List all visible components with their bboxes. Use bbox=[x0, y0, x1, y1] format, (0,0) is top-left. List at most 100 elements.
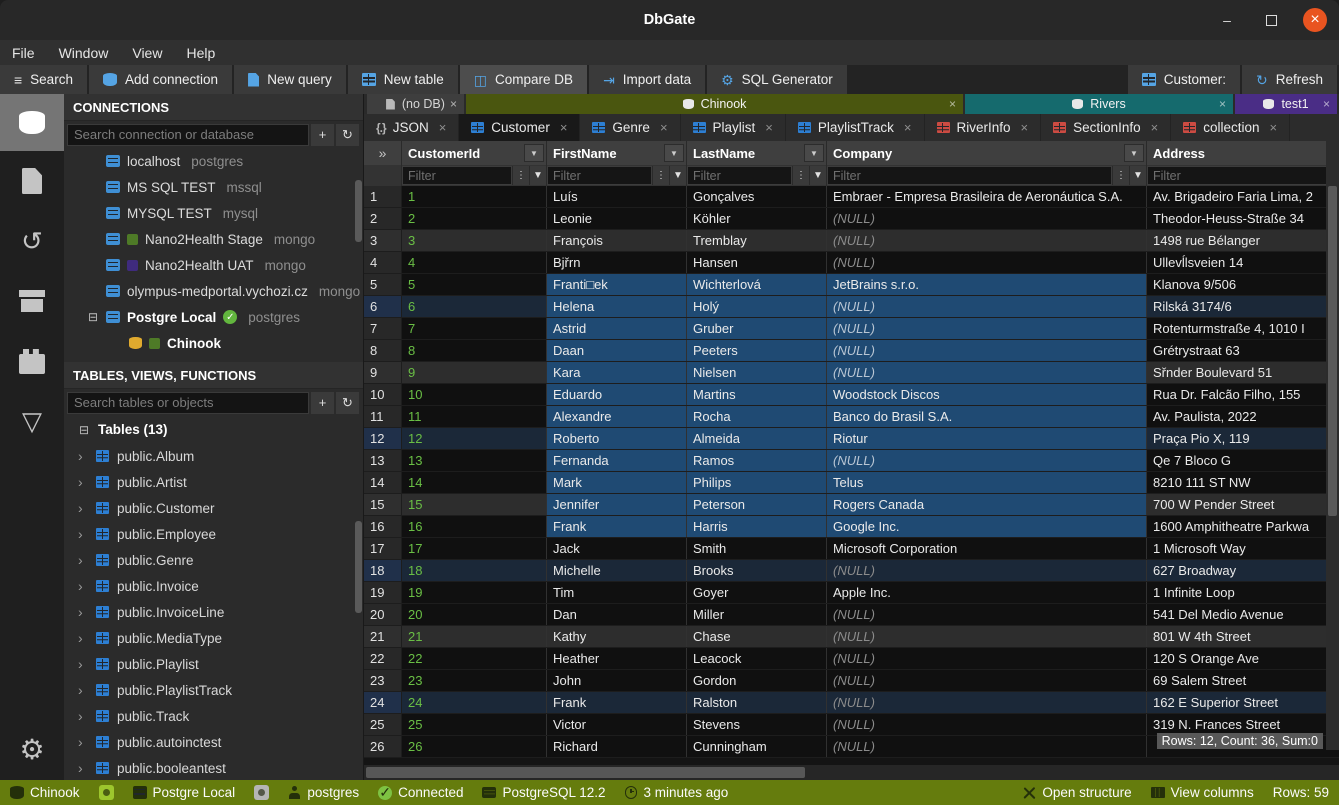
current-table-button[interactable]: Customer: bbox=[1128, 65, 1240, 94]
refresh-button[interactable]: ↻Refresh bbox=[1242, 65, 1337, 94]
grid-cell[interactable]: (NULL) bbox=[827, 626, 1147, 647]
filter-kebab-icon[interactable]: ⋮ bbox=[512, 166, 529, 185]
grid-cell[interactable]: Dan bbox=[547, 604, 687, 625]
menu-file[interactable]: File bbox=[12, 45, 35, 61]
grid-cell[interactable]: Köhler bbox=[687, 208, 827, 229]
activitybar-archive[interactable] bbox=[0, 271, 64, 331]
grid-cell[interactable]: Rilská 3174/6 bbox=[1147, 296, 1339, 317]
grid-cell[interactable]: Sřnder Boulevard 51 bbox=[1147, 362, 1339, 383]
row-number[interactable]: 2 bbox=[364, 208, 402, 229]
grid-cell[interactable]: Mark bbox=[547, 472, 687, 493]
grid-cell[interactable]: Wichterlová bbox=[687, 274, 827, 295]
grid-cell[interactable]: Qe 7 Bloco G bbox=[1147, 450, 1339, 471]
table-item[interactable]: ›public.booleantest bbox=[64, 755, 363, 780]
grid-cell[interactable]: Alexandre bbox=[547, 406, 687, 427]
chevron-right-icon[interactable]: › bbox=[78, 474, 88, 490]
column-dropdown-icon[interactable]: ▼ bbox=[1124, 144, 1144, 162]
close-icon[interactable]: × bbox=[904, 120, 912, 135]
grid-cell[interactable]: 21 bbox=[402, 626, 547, 647]
grid-cell[interactable]: Embraer - Empresa Brasileira de Aeronáut… bbox=[827, 186, 1147, 207]
compare-db-button[interactable]: ◫Compare DB bbox=[460, 65, 587, 94]
grid-cell[interactable]: JetBrains s.r.o. bbox=[827, 274, 1147, 295]
table-item[interactable]: ›public.Track bbox=[64, 703, 363, 729]
menu-view[interactable]: View bbox=[132, 45, 162, 61]
tab-json[interactable]: {.}JSON× bbox=[364, 114, 459, 141]
tab-playlist[interactable]: Playlist× bbox=[681, 114, 786, 141]
grid-cell[interactable]: 6 bbox=[402, 296, 547, 317]
close-icon[interactable]: × bbox=[949, 97, 956, 111]
column-dropdown-icon[interactable]: ▼ bbox=[664, 144, 684, 162]
grid-cell[interactable]: 541 Del Medio Avenue bbox=[1147, 604, 1339, 625]
grid-cell[interactable]: Microsoft Corporation bbox=[827, 538, 1147, 559]
tab-riverinfo[interactable]: RiverInfo× bbox=[925, 114, 1042, 141]
row-number[interactable]: 10 bbox=[364, 384, 402, 405]
chevron-right-icon[interactable]: › bbox=[78, 734, 88, 750]
row-number[interactable]: 23 bbox=[364, 670, 402, 691]
grid-cell[interactable]: Daan bbox=[547, 340, 687, 361]
column-header-company[interactable]: Company▼ bbox=[827, 141, 1147, 165]
activitybar-cell-data[interactable]: ▽ bbox=[0, 391, 64, 451]
grid-cell[interactable]: John bbox=[547, 670, 687, 691]
grid-cell[interactable]: Frank bbox=[547, 692, 687, 713]
grid-cell[interactable]: 10 bbox=[402, 384, 547, 405]
grid-vertical-scrollbar[interactable] bbox=[1326, 141, 1339, 750]
grid-cell[interactable]: (NULL) bbox=[827, 604, 1147, 625]
row-number[interactable]: 25 bbox=[364, 714, 402, 735]
grid-cell[interactable]: Stevens bbox=[687, 714, 827, 735]
row-number[interactable]: 5 bbox=[364, 274, 402, 295]
row-number[interactable]: 3 bbox=[364, 230, 402, 251]
close-icon[interactable]: × bbox=[660, 120, 668, 135]
activitybar-history[interactable]: ↺ bbox=[0, 211, 64, 271]
grid-cell[interactable]: Goyer bbox=[687, 582, 827, 603]
chevron-right-icon[interactable]: › bbox=[78, 604, 88, 620]
row-number[interactable]: 20 bbox=[364, 604, 402, 625]
new-table-button[interactable]: New table bbox=[348, 65, 458, 94]
grid-cell[interactable]: Bjřrn bbox=[547, 252, 687, 273]
close-icon[interactable]: × bbox=[439, 120, 447, 135]
search-button[interactable]: ≡Search bbox=[0, 65, 87, 94]
grid-cell[interactable]: 801 W 4th Street bbox=[1147, 626, 1339, 647]
minimize-button[interactable]: – bbox=[1215, 8, 1239, 32]
row-number[interactable]: 22 bbox=[364, 648, 402, 669]
grid-cell[interactable]: Fernanda bbox=[547, 450, 687, 471]
row-number[interactable]: 8 bbox=[364, 340, 402, 361]
close-icon[interactable]: × bbox=[1323, 97, 1330, 111]
close-button[interactable]: × bbox=[1303, 8, 1327, 32]
grid-cell[interactable]: 1 Infinite Loop bbox=[1147, 582, 1339, 603]
connection-item[interactable]: MYSQL TESTmysql bbox=[64, 200, 363, 226]
table-item[interactable]: ›public.Invoice bbox=[64, 573, 363, 599]
grid-cell[interactable]: 16 bbox=[402, 516, 547, 537]
filter-input[interactable]: Filter bbox=[687, 166, 792, 185]
grid-cell[interactable]: Ullevĺlsveien 14 bbox=[1147, 252, 1339, 273]
grid-cell[interactable]: 26 bbox=[402, 736, 547, 757]
row-number[interactable]: 9 bbox=[364, 362, 402, 383]
grid-cell[interactable]: Klanova 9/506 bbox=[1147, 274, 1339, 295]
grid-cell[interactable]: 23 bbox=[402, 670, 547, 691]
add-connection-small-button[interactable]: + bbox=[311, 124, 334, 146]
grid-cell[interactable]: 12 bbox=[402, 428, 547, 449]
grid-cell[interactable]: 11 bbox=[402, 406, 547, 427]
row-number[interactable]: 26 bbox=[364, 736, 402, 757]
grid-cell[interactable]: Av. Brigadeiro Faria Lima, 2 bbox=[1147, 186, 1339, 207]
grid-cell[interactable]: 1 bbox=[402, 186, 547, 207]
tab-playlisttrack[interactable]: PlaylistTrack× bbox=[786, 114, 925, 141]
new-query-button[interactable]: New query bbox=[234, 65, 346, 94]
filter-input[interactable]: Filter bbox=[827, 166, 1112, 185]
grid-cell[interactable]: Almeida bbox=[687, 428, 827, 449]
chevron-right-icon[interactable]: › bbox=[78, 448, 88, 464]
dbtab-rivers[interactable]: Rivers× bbox=[965, 94, 1233, 114]
grid-cell[interactable]: Frank bbox=[547, 516, 687, 537]
grid-cell[interactable]: Chase bbox=[687, 626, 827, 647]
connection-item[interactable]: ⊟Postgre Local✓postgres bbox=[64, 304, 363, 330]
grid-cell[interactable]: Martins bbox=[687, 384, 827, 405]
refresh-tables-button[interactable]: ↻ bbox=[336, 392, 359, 414]
grid-cell[interactable]: Leonie bbox=[547, 208, 687, 229]
grid-cell[interactable]: Telus bbox=[827, 472, 1147, 493]
connection-item[interactable]: Nano2Health Stagemongo bbox=[64, 226, 363, 252]
tab-sectioninfo[interactable]: SectionInfo× bbox=[1041, 114, 1171, 141]
chevron-right-icon[interactable]: › bbox=[78, 578, 88, 594]
grid-cell[interactable]: Banco do Brasil S.A. bbox=[827, 406, 1147, 427]
grid-cell[interactable]: Tim bbox=[547, 582, 687, 603]
grid-cell[interactable]: Richard bbox=[547, 736, 687, 757]
row-number[interactable]: 7 bbox=[364, 318, 402, 339]
